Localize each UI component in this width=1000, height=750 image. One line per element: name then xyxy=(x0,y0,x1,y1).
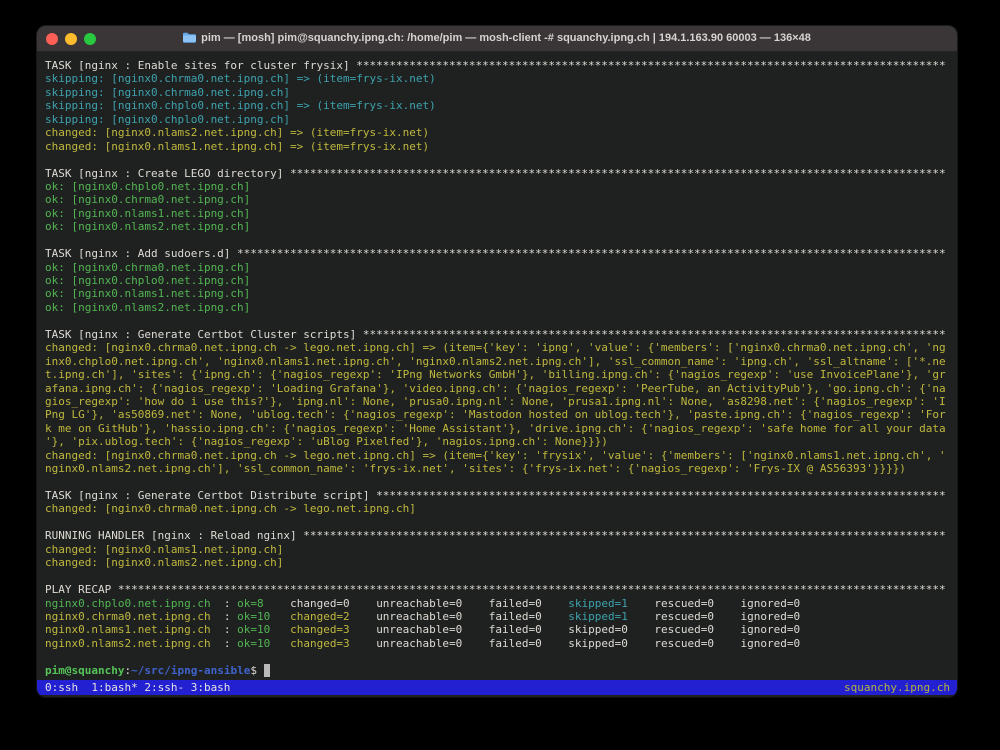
terminal-line: afana.ipng.ch': {'nagios_regexp': 'Loadi… xyxy=(45,382,957,395)
terminal-line: PLAY RECAP *****************************… xyxy=(45,583,957,596)
tmux-window-list[interactable]: 0:ssh 1:bash* 2:ssh- 3:bash xyxy=(45,680,230,695)
terminal-line: nginx0.nlams2.net.ipng.ch : ok=10 change… xyxy=(45,637,957,650)
desktop: pim — [mosh] pim@squanchy.ipng.ch: /home… xyxy=(0,0,1000,750)
terminal-line: nginx0.chrma0.net.ipng.ch : ok=10 change… xyxy=(45,610,957,623)
titlebar[interactable]: pim — [mosh] pim@squanchy.ipng.ch: /home… xyxy=(37,26,957,52)
terminal-line: pim@squanchy:~/src/ipng-ansible$ xyxy=(45,664,957,677)
terminal-line: changed: [nginx0.nlams1.net.ipng.ch] xyxy=(45,543,957,556)
terminal-line: skipping: [nginx0.chplo0.net.ipng.ch] xyxy=(45,113,957,126)
terminal-line: '}, 'pix.ublog.tech': {'nagios_regexp': … xyxy=(45,435,957,448)
terminal-line: TASK [nginx : Create LEGO directory] ***… xyxy=(45,167,957,180)
terminal-line: k me on GitHub'}, 'hassio.ipng.ch': {'na… xyxy=(45,422,957,435)
terminal-line xyxy=(45,516,957,529)
terminal-content[interactable]: TASK [nginx : Enable sites for cluster f… xyxy=(37,52,957,680)
terminal-line xyxy=(45,153,957,166)
folder-proxy-icon xyxy=(183,27,196,53)
terminal-line: nginx0.nlams1.net.ipng.ch : ok=10 change… xyxy=(45,623,957,636)
terminal-window: pim — [mosh] pim@squanchy.ipng.ch: /home… xyxy=(37,26,957,697)
terminal-line xyxy=(45,234,957,247)
terminal-line: Png LG'}, 'as50869.net': None, 'ublog.te… xyxy=(45,408,957,421)
terminal-line: ok: [nginx0.chplo0.net.ipng.ch] xyxy=(45,274,957,287)
terminal-line: changed: [nginx0.chrma0.net.ipng.ch -> l… xyxy=(45,502,957,515)
terminal-line xyxy=(45,476,957,489)
terminal-line: changed: [nginx0.nlams2.net.ipng.ch] => … xyxy=(45,126,957,139)
tmux-statusbar: 0:ssh 1:bash* 2:ssh- 3:bash squanchy.ipn… xyxy=(37,680,957,695)
terminal-line: t.ipng.ch'], 'sites': {'ipng.ch': {'nagi… xyxy=(45,368,957,381)
terminal-line: skipping: [nginx0.chplo0.net.ipng.ch] =>… xyxy=(45,99,957,112)
terminal-line: TASK [nginx : Generate Certbot Cluster s… xyxy=(45,328,957,341)
terminal-line: changed: [nginx0.nlams1.net.ipng.ch] => … xyxy=(45,140,957,153)
terminal-line: changed: [nginx0.nlams2.net.ipng.ch] xyxy=(45,556,957,569)
window-title: pim — [mosh] pim@squanchy.ipng.ch: /home… xyxy=(37,26,957,53)
terminal-line: nginx0.nlams2.net.ipng.ch'], 'ssl_common… xyxy=(45,462,957,475)
terminal-line: RUNNING HANDLER [nginx : Reload nginx] *… xyxy=(45,529,957,542)
terminal-line: gios_regexp': 'how do i use this?'}, 'ip… xyxy=(45,395,957,408)
terminal-line: ok: [nginx0.nlams1.net.ipng.ch] xyxy=(45,287,957,300)
terminal-line: inx0.chplo0.net.ipng.ch', 'nginx0.nlams1… xyxy=(45,355,957,368)
terminal-line: changed: [nginx0.chrma0.net.ipng.ch -> l… xyxy=(45,449,957,462)
terminal-line: ok: [nginx0.nlams1.net.ipng.ch] xyxy=(45,207,957,220)
terminal-line xyxy=(45,314,957,327)
terminal-line: ok: [nginx0.chrma0.net.ipng.ch] xyxy=(45,193,957,206)
terminal-line: nginx0.chplo0.net.ipng.ch : ok=8 changed… xyxy=(45,597,957,610)
terminal-line: ok: [nginx0.chplo0.net.ipng.ch] xyxy=(45,180,957,193)
terminal-line: ok: [nginx0.nlams2.net.ipng.ch] xyxy=(45,301,957,314)
window-title-text: pim — [mosh] pim@squanchy.ipng.ch: /home… xyxy=(201,32,811,44)
terminal-line xyxy=(45,650,957,663)
terminal-line: TASK [nginx : Generate Certbot Distribut… xyxy=(45,489,957,502)
terminal-line: changed: [nginx0.chrma0.net.ipng.ch -> l… xyxy=(45,341,957,354)
terminal-line: skipping: [nginx0.chrma0.net.ipng.ch] xyxy=(45,86,957,99)
terminal-line: ok: [nginx0.nlams2.net.ipng.ch] xyxy=(45,220,957,233)
terminal-line: TASK [nginx : Enable sites for cluster f… xyxy=(45,59,957,72)
terminal-line: TASK [nginx : Add sudoers.d] ***********… xyxy=(45,247,957,260)
tmux-hostname: squanchy.ipng.ch xyxy=(844,680,950,695)
terminal-line: ok: [nginx0.chrma0.net.ipng.ch] xyxy=(45,261,957,274)
terminal-cursor xyxy=(264,664,271,677)
terminal-line: skipping: [nginx0.chrma0.net.ipng.ch] =>… xyxy=(45,72,957,85)
terminal-line xyxy=(45,570,957,583)
